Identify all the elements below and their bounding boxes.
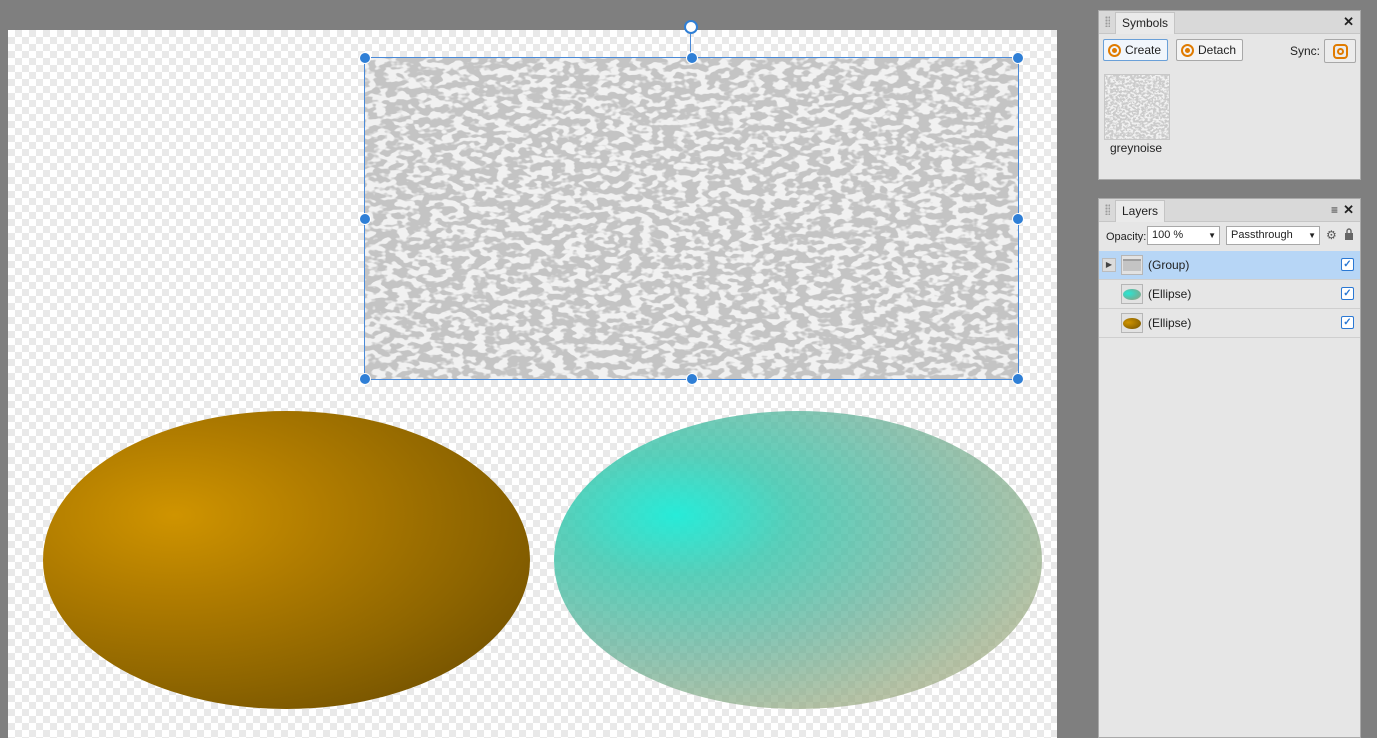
- greynoise-symbol-rectangle[interactable]: [364, 57, 1019, 380]
- layer-name: (Group): [1148, 258, 1190, 272]
- layer-row-group[interactable]: ▶ (Group) ✓: [1099, 251, 1360, 280]
- create-symbol-label: Create: [1125, 43, 1162, 57]
- resize-handle-left[interactable]: [359, 212, 371, 225]
- sync-toggle-button[interactable]: [1324, 39, 1356, 63]
- layer-thumbnail: [1121, 255, 1143, 275]
- visibility-checkbox[interactable]: ✓: [1341, 287, 1354, 300]
- grip-icon[interactable]: [1105, 204, 1110, 215]
- layer-row-ellipse-gold[interactable]: (Ellipse) ✓: [1099, 309, 1360, 338]
- layer-name: (Ellipse): [1148, 287, 1192, 301]
- symbols-panel-header: Symbols ✕: [1099, 11, 1360, 34]
- resize-handle-bottom-right[interactable]: [1012, 373, 1024, 385]
- layer-list: ▶ (Group) ✓ (Ellipse) ✓ (Ellipse) ✓: [1099, 251, 1360, 338]
- symbol-thumbnail[interactable]: [1104, 74, 1170, 140]
- symbol-name-label: greynoise: [1109, 141, 1163, 155]
- close-icon[interactable]: ✕: [1343, 202, 1354, 218]
- layer-name: (Ellipse): [1148, 316, 1192, 330]
- blend-mode-value: Passthrough: [1231, 229, 1293, 241]
- gold-ellipse[interactable]: [43, 411, 530, 709]
- create-symbol-icon: [1108, 43, 1121, 57]
- expand-arrow-icon[interactable]: ▶: [1102, 258, 1116, 272]
- detach-symbol-label: Detach: [1198, 43, 1237, 57]
- chevron-down-icon: ▼: [1208, 231, 1216, 240]
- sync-label: Sync:: [1289, 44, 1320, 58]
- detach-symbol-icon: [1181, 43, 1194, 57]
- lock-icon[interactable]: [1344, 228, 1356, 242]
- layers-panel-header: Layers ≡ ✕: [1099, 199, 1360, 222]
- opacity-dropdown[interactable]: 100 % ▼: [1147, 226, 1220, 245]
- blend-mode-dropdown[interactable]: Passthrough ▼: [1226, 226, 1320, 245]
- tab-symbols[interactable]: Symbols: [1115, 12, 1176, 34]
- rotation-handle[interactable]: [684, 20, 698, 34]
- resize-handle-top-right[interactable]: [1012, 52, 1024, 64]
- detach-symbol-button[interactable]: Detach: [1176, 39, 1244, 61]
- create-symbol-button[interactable]: Create: [1103, 39, 1169, 61]
- layer-thumbnail: [1121, 313, 1143, 333]
- layer-row-ellipse-teal[interactable]: (Ellipse) ✓: [1099, 280, 1360, 309]
- visibility-checkbox[interactable]: ✓: [1341, 316, 1354, 329]
- chevron-down-icon: ▼: [1308, 231, 1316, 240]
- grip-icon[interactable]: [1105, 16, 1110, 27]
- layers-panel: Layers ≡ ✕ Opacity: 100 % ▼ Passthrough …: [1098, 198, 1361, 738]
- resize-handle-bottom-left[interactable]: [359, 373, 371, 385]
- resize-handle-right[interactable]: [1012, 212, 1024, 225]
- sync-icon: [1332, 43, 1348, 59]
- resize-handle-bottom[interactable]: [685, 373, 698, 385]
- resize-handle-top-left[interactable]: [359, 52, 371, 64]
- teal-ellipse[interactable]: [554, 411, 1042, 709]
- panel-menu-icon[interactable]: ≡: [1331, 202, 1338, 218]
- tab-layers[interactable]: Layers: [1115, 200, 1166, 222]
- opacity-value: 100 %: [1152, 229, 1184, 241]
- symbols-panel: Symbols ✕ Create Detach Sync: greynoise: [1098, 10, 1361, 180]
- visibility-checkbox[interactable]: ✓: [1341, 258, 1354, 271]
- layer-thumbnail: [1121, 284, 1143, 304]
- opacity-label: Opacity:: [1106, 231, 1147, 243]
- resize-handle-top[interactable]: [685, 52, 698, 64]
- document-canvas[interactable]: [8, 30, 1057, 738]
- gear-icon[interactable]: ⚙: [1326, 228, 1338, 242]
- close-icon[interactable]: ✕: [1343, 14, 1354, 30]
